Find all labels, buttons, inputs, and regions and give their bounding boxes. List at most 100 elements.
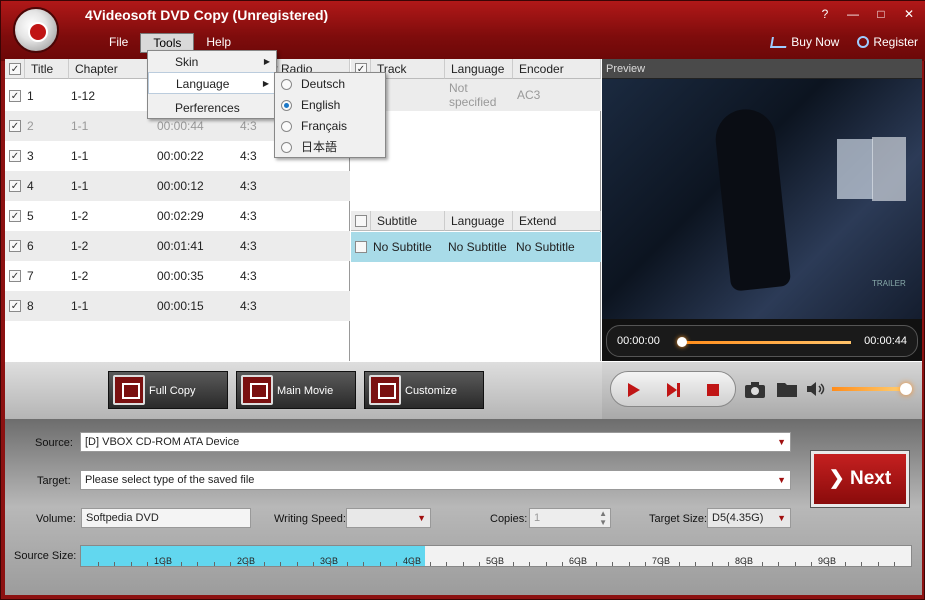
row-checkbox[interactable]: ✓ <box>9 90 21 102</box>
volume-slider[interactable] <box>832 387 904 391</box>
target-size-dropdown[interactable]: D5(4.35G) <box>707 508 791 528</box>
full-copy-button[interactable]: Full Copy <box>108 371 228 409</box>
next-arrow-icon: ❯ <box>828 468 845 489</box>
menu-item-preferences[interactable]: Perferences <box>148 97 276 119</box>
table-row[interactable]: ✓ 7 1-2 00:00:35 4:3 <box>5 261 350 291</box>
volume-icon[interactable] <box>806 381 826 397</box>
snapshot-camera-icon[interactable] <box>744 380 766 400</box>
row-length: 00:00:22 <box>157 149 204 163</box>
subtitle-row-checkbox[interactable] <box>355 241 367 253</box>
maximize-button[interactable]: □ <box>870 5 892 23</box>
subtitle-select-all-checkbox[interactable] <box>355 215 367 227</box>
table-row[interactable]: ✓ 5 1-2 00:02:29 4:3 <box>5 201 350 231</box>
close-button[interactable]: ✕ <box>898 5 920 23</box>
play-icon[interactable] <box>623 380 643 400</box>
header-track-language[interactable]: Language <box>445 59 513 79</box>
copies-stepper[interactable]: 1 ▲ ▼ <box>529 508 611 528</box>
size-tick-mark <box>628 562 630 566</box>
size-tick-mark <box>728 562 730 566</box>
language-option-label: Deutsch <box>301 77 346 91</box>
size-tick-label: 8GB <box>735 556 754 566</box>
row-chapter: 1-2 <box>71 239 89 253</box>
film-edit-icon <box>369 375 401 405</box>
customize-button[interactable]: Customize <box>364 371 484 409</box>
row-checkbox[interactable]: ✓ <box>9 300 21 312</box>
header-title[interactable]: Title <box>25 59 69 79</box>
seek-handle[interactable] <box>677 337 687 347</box>
menu-item-skin[interactable]: Skin ▶ <box>148 51 276 73</box>
buy-now-label: Buy Now <box>791 35 840 49</box>
track-row[interactable]: Not specified AC3 <box>351 79 601 111</box>
app-title: 4Videosoft DVD Copy (Unregistered) <box>85 7 329 23</box>
size-tick-mark <box>429 562 431 566</box>
submenu-arrow-icon: ▶ <box>262 79 269 88</box>
row-checkbox[interactable]: ✓ <box>9 150 21 162</box>
header-chapter[interactable]: Chapter <box>69 59 153 79</box>
size-tick-mark <box>761 562 763 566</box>
video-frame: TRAILER <box>602 79 922 319</box>
writing-speed-dropdown[interactable] <box>346 508 431 528</box>
help-window-button[interactable]: ? <box>814 5 836 23</box>
size-tick-mark <box>296 562 298 566</box>
stepper-arrows-icon[interactable]: ▲ ▼ <box>599 509 607 527</box>
language-option-japanese[interactable]: 日本語 <box>275 137 385 158</box>
total-time: 00:00:44 <box>864 335 907 347</box>
skin-label: Skin <box>175 55 199 69</box>
row-checkbox[interactable]: ✓ <box>9 120 21 132</box>
menu-file[interactable]: File <box>97 33 140 53</box>
table-row[interactable]: ✓ 8 1-1 00:00:15 4:3 <box>5 291 350 321</box>
table-row[interactable]: ✓ 4 1-1 00:00:12 4:3 <box>5 171 350 201</box>
size-tick-mark <box>164 558 165 566</box>
size-tick-label: 9GB <box>818 556 837 566</box>
table-row[interactable]: ✓ 6 1-2 00:01:41 4:3 <box>5 231 350 261</box>
volume-handle[interactable] <box>900 383 912 395</box>
customize-label: Customize <box>405 385 457 397</box>
main-movie-button[interactable]: Main Movie <box>236 371 356 409</box>
copy-mode-toolbar: Full Copy Main Movie Customize <box>5 362 602 419</box>
row-checkbox[interactable]: ✓ <box>9 180 21 192</box>
size-tick-mark <box>612 562 614 566</box>
row-checkbox[interactable]: ✓ <box>9 270 21 282</box>
size-tick-mark <box>496 558 497 566</box>
seek-track[interactable] <box>681 341 851 344</box>
row-checkbox[interactable]: ✓ <box>9 240 21 252</box>
stop-icon[interactable] <box>703 380 723 400</box>
row-chapter: 1-1 <box>71 119 89 133</box>
row-aspect: 4:3 <box>240 149 257 163</box>
minimize-button[interactable]: — <box>842 5 864 23</box>
trailer-mark: TRAILER <box>872 279 906 288</box>
language-option-english[interactable]: English <box>275 95 385 116</box>
row-chapter: 1-12 <box>71 89 96 103</box>
language-option-deutsch[interactable]: Deutsch <box>275 74 385 95</box>
language-option-francais[interactable]: Français <box>275 116 385 137</box>
next-frame-icon[interactable] <box>663 380 683 400</box>
header-extend[interactable]: Extend <box>513 211 601 231</box>
row-checkbox[interactable]: ✓ <box>9 210 21 222</box>
size-tick-mark <box>313 562 315 566</box>
row-title: 1 <box>27 89 34 103</box>
folder-icon[interactable] <box>776 380 798 398</box>
register-label: Register <box>873 35 918 49</box>
header-subtitle-language[interactable]: Language <box>445 211 513 231</box>
header-subtitle[interactable]: Subtitle <box>371 211 445 231</box>
size-tick-mark <box>861 562 863 566</box>
buy-now-link[interactable]: Buy Now <box>770 35 840 49</box>
seek-bar[interactable]: 00:00:00 00:00:44 <box>606 325 918 357</box>
size-tick-mark <box>230 562 232 566</box>
size-tick-mark <box>529 562 531 566</box>
subtitle-row[interactable]: No Subtitle No Subtitle No Subtitle <box>351 232 601 262</box>
next-button[interactable]: ❯ Next <box>811 451 909 507</box>
menu-item-language[interactable]: Language ▶ <box>148 72 276 94</box>
select-all-checkbox[interactable]: ✓ <box>9 63 21 75</box>
volume-input[interactable]: Softpedia DVD <box>81 508 251 528</box>
film-icon <box>113 375 145 405</box>
source-dropdown[interactable]: [D] VBOX CD-ROM ATA Device <box>80 432 791 452</box>
header-encoder[interactable]: Encoder <box>513 59 601 79</box>
register-link[interactable]: Register <box>857 35 918 49</box>
size-tick-mark <box>330 558 331 566</box>
size-tick-mark <box>363 562 365 566</box>
row-aspect: 4:3 <box>240 269 257 283</box>
title-bar: 4Videosoft DVD Copy (Unregistered) ? — □… <box>1 1 925 61</box>
target-size-value: D5(4.35G) <box>712 512 764 524</box>
target-dropdown[interactable]: Please select type of the saved file <box>80 470 791 490</box>
